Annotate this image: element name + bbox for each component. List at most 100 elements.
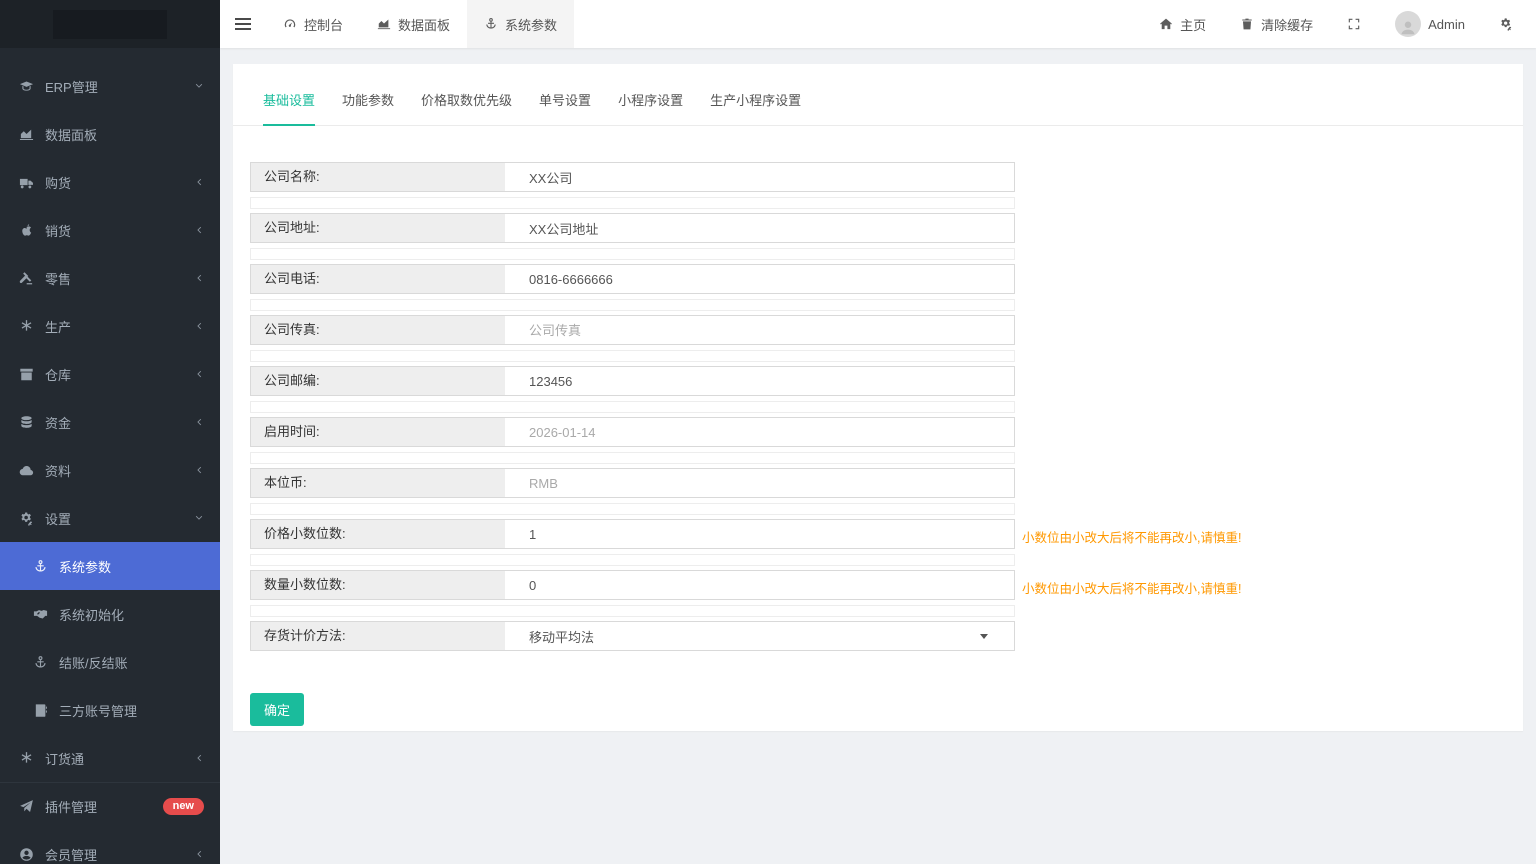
sidebar-item-label: 插件管理 [45,800,98,815]
header-tab-console[interactable]: 控制台 [266,0,360,48]
hamburger-menu-icon[interactable] [220,0,266,48]
form-row: 数量小数位数: [250,570,1015,600]
tab-production-mini-program-settings[interactable]: 生产小程序设置 [710,90,801,126]
sidebar-item-order-link[interactable]: 订货通 [0,734,220,782]
company-fax-input[interactable] [505,316,1014,344]
sidebar-item-member-management[interactable]: 会员管理 [0,830,220,864]
confirm-button[interactable]: 确定 [250,693,305,726]
anchor-icon [484,17,498,31]
spacer-strip [250,503,1015,515]
sidebar-item-label: 资金 [45,415,72,431]
header-fullscreen-button[interactable] [1330,0,1378,48]
form-group-start-date: 启用时间: [250,417,1015,464]
chevron-left-icon [194,225,204,235]
sidebar-header [0,0,220,48]
quantity-decimal-places-input[interactable] [505,571,1014,599]
sidebar-item-label: 结账/反结账 [59,655,128,671]
form-row: 公司电话: [250,264,1015,294]
form-row: 公司邮编: [250,366,1015,396]
sidebar-item-third-party-accounts[interactable]: 三方账号管理 [0,686,220,734]
sidebar-item-sales[interactable]: 销货 [0,206,220,254]
chevron-left-icon [194,753,204,763]
anchor-icon [33,559,49,574]
inventory-valuation-method-select[interactable]: 移动平均法 [505,622,1014,650]
gears-icon [1499,17,1513,31]
sidebar-item-label: 系统初始化 [59,607,125,623]
sidebar-item-retail[interactable]: 零售 [0,254,220,302]
sidebar-item-erp-management[interactable]: ERP管理 [0,62,220,110]
top-header: 控制台 数据面板 系统参数 主页 清除缓存 Admin [220,0,1536,48]
header-tab-data-panel[interactable]: 数据面板 [360,0,467,48]
sidebar-item-label: 设置 [45,511,72,527]
sidebar-item-plugin-management[interactable]: 插件管理 new [0,782,220,830]
sidebar-item-funds[interactable]: 资金 [0,398,220,446]
asterisk-icon [19,319,35,334]
decimal-warning: 小数位由小改大后将不能再改小,请慎重! [1022,531,1242,545]
form-row: 公司传真: [250,315,1015,345]
tab-doc-number-settings[interactable]: 单号设置 [539,90,591,126]
form-group-company-name: 公司名称: [250,162,1015,209]
sidebar-item-label: 资料 [45,463,72,479]
price-decimal-places-input[interactable] [505,520,1014,548]
header-home[interactable]: 主页 [1142,0,1223,48]
chevron-left-icon [194,417,204,427]
sidebar-item-label: 购货 [45,175,72,191]
header-tab-label: 数据面板 [398,17,451,33]
company-name-input[interactable] [505,163,1014,191]
sidebar-item-production[interactable]: 生产 [0,302,220,350]
sidebar-item-purchase[interactable]: 购货 [0,158,220,206]
tab-basic-settings[interactable]: 基础设置 [263,90,316,126]
tab-price-priority[interactable]: 价格取数优先级 [421,90,512,126]
tab-mini-program-settings[interactable]: 小程序设置 [618,90,683,126]
chart-area-icon [377,17,391,31]
chevron-left-icon [194,369,204,379]
sidebar-item-label: 会员管理 [45,847,98,863]
base-currency-input[interactable] [505,469,1014,497]
sidebar-item-label: 数据面板 [45,127,98,143]
company-phone-input[interactable] [505,265,1014,293]
sidebar-item-system-params[interactable]: 系统参数 [0,542,220,590]
trash-icon [1240,17,1254,31]
cloud-icon [19,463,35,478]
form-group-company-zip: 公司邮编: [250,366,1015,413]
header-settings-button[interactable] [1482,0,1530,48]
field-label: 公司邮编: [251,367,505,395]
chevron-down-icon [194,81,204,91]
sidebar-item-label: 销货 [45,223,72,239]
company-address-input[interactable] [505,214,1014,242]
header-user[interactable]: Admin [1378,0,1482,48]
header-clear-cache[interactable]: 清除缓存 [1223,0,1330,48]
sidebar-item-settings[interactable]: 设置 [0,494,220,542]
header-item-label: 清除缓存 [1261,17,1314,33]
handshake-icon [33,607,49,622]
chevron-left-icon [194,465,204,475]
spacer-strip [250,554,1015,566]
sidebar-item-warehouse[interactable]: 仓库 [0,350,220,398]
sidebar-menu: ERP管理数据面板购货销货零售 生产 仓库资金资料设置系统参数系统初始化结账/反结账… [0,48,220,864]
field-label: 公司地址: [251,214,505,242]
sidebar-item-data-panel[interactable]: 数据面板 [0,110,220,158]
form-group-company-fax: 公司传真: [250,315,1015,362]
spacer-strip [250,401,1015,413]
chevron-left-icon [194,321,204,331]
sidebar-item-materials[interactable]: 资料 [0,446,220,494]
chart-area-icon [19,127,35,142]
chevron-left-icon [194,273,204,283]
sidebar-item-label: 订货通 [45,751,85,767]
chevron-down-icon [194,513,204,523]
header-nav: 控制台 数据面板 系统参数 [266,0,575,48]
settings-tabs: 基础设置 功能参数 价格取数优先级 单号设置 小程序设置 生产小程序设置 [233,64,1523,126]
start-date-input[interactable] [505,418,1014,446]
sidebar: ERP管理数据面板购货销货零售 生产 仓库资金资料设置系统参数系统初始化结账/反结账… [0,0,220,864]
sidebar-item-system-init[interactable]: 系统初始化 [0,590,220,638]
sidebar-item-closing[interactable]: 结账/反结账 [0,638,220,686]
company-zip-input[interactable] [505,367,1014,395]
tab-function-params[interactable]: 功能参数 [342,90,394,126]
user-circle-icon [19,847,35,862]
home-icon [1159,17,1173,31]
form-group-company-address: 公司地址: [250,213,1015,260]
anchor-icon [33,655,49,670]
header-tab-system-params[interactable]: 系统参数 [467,0,575,48]
field-label: 启用时间: [251,418,505,446]
field-label: 公司名称: [251,163,505,191]
